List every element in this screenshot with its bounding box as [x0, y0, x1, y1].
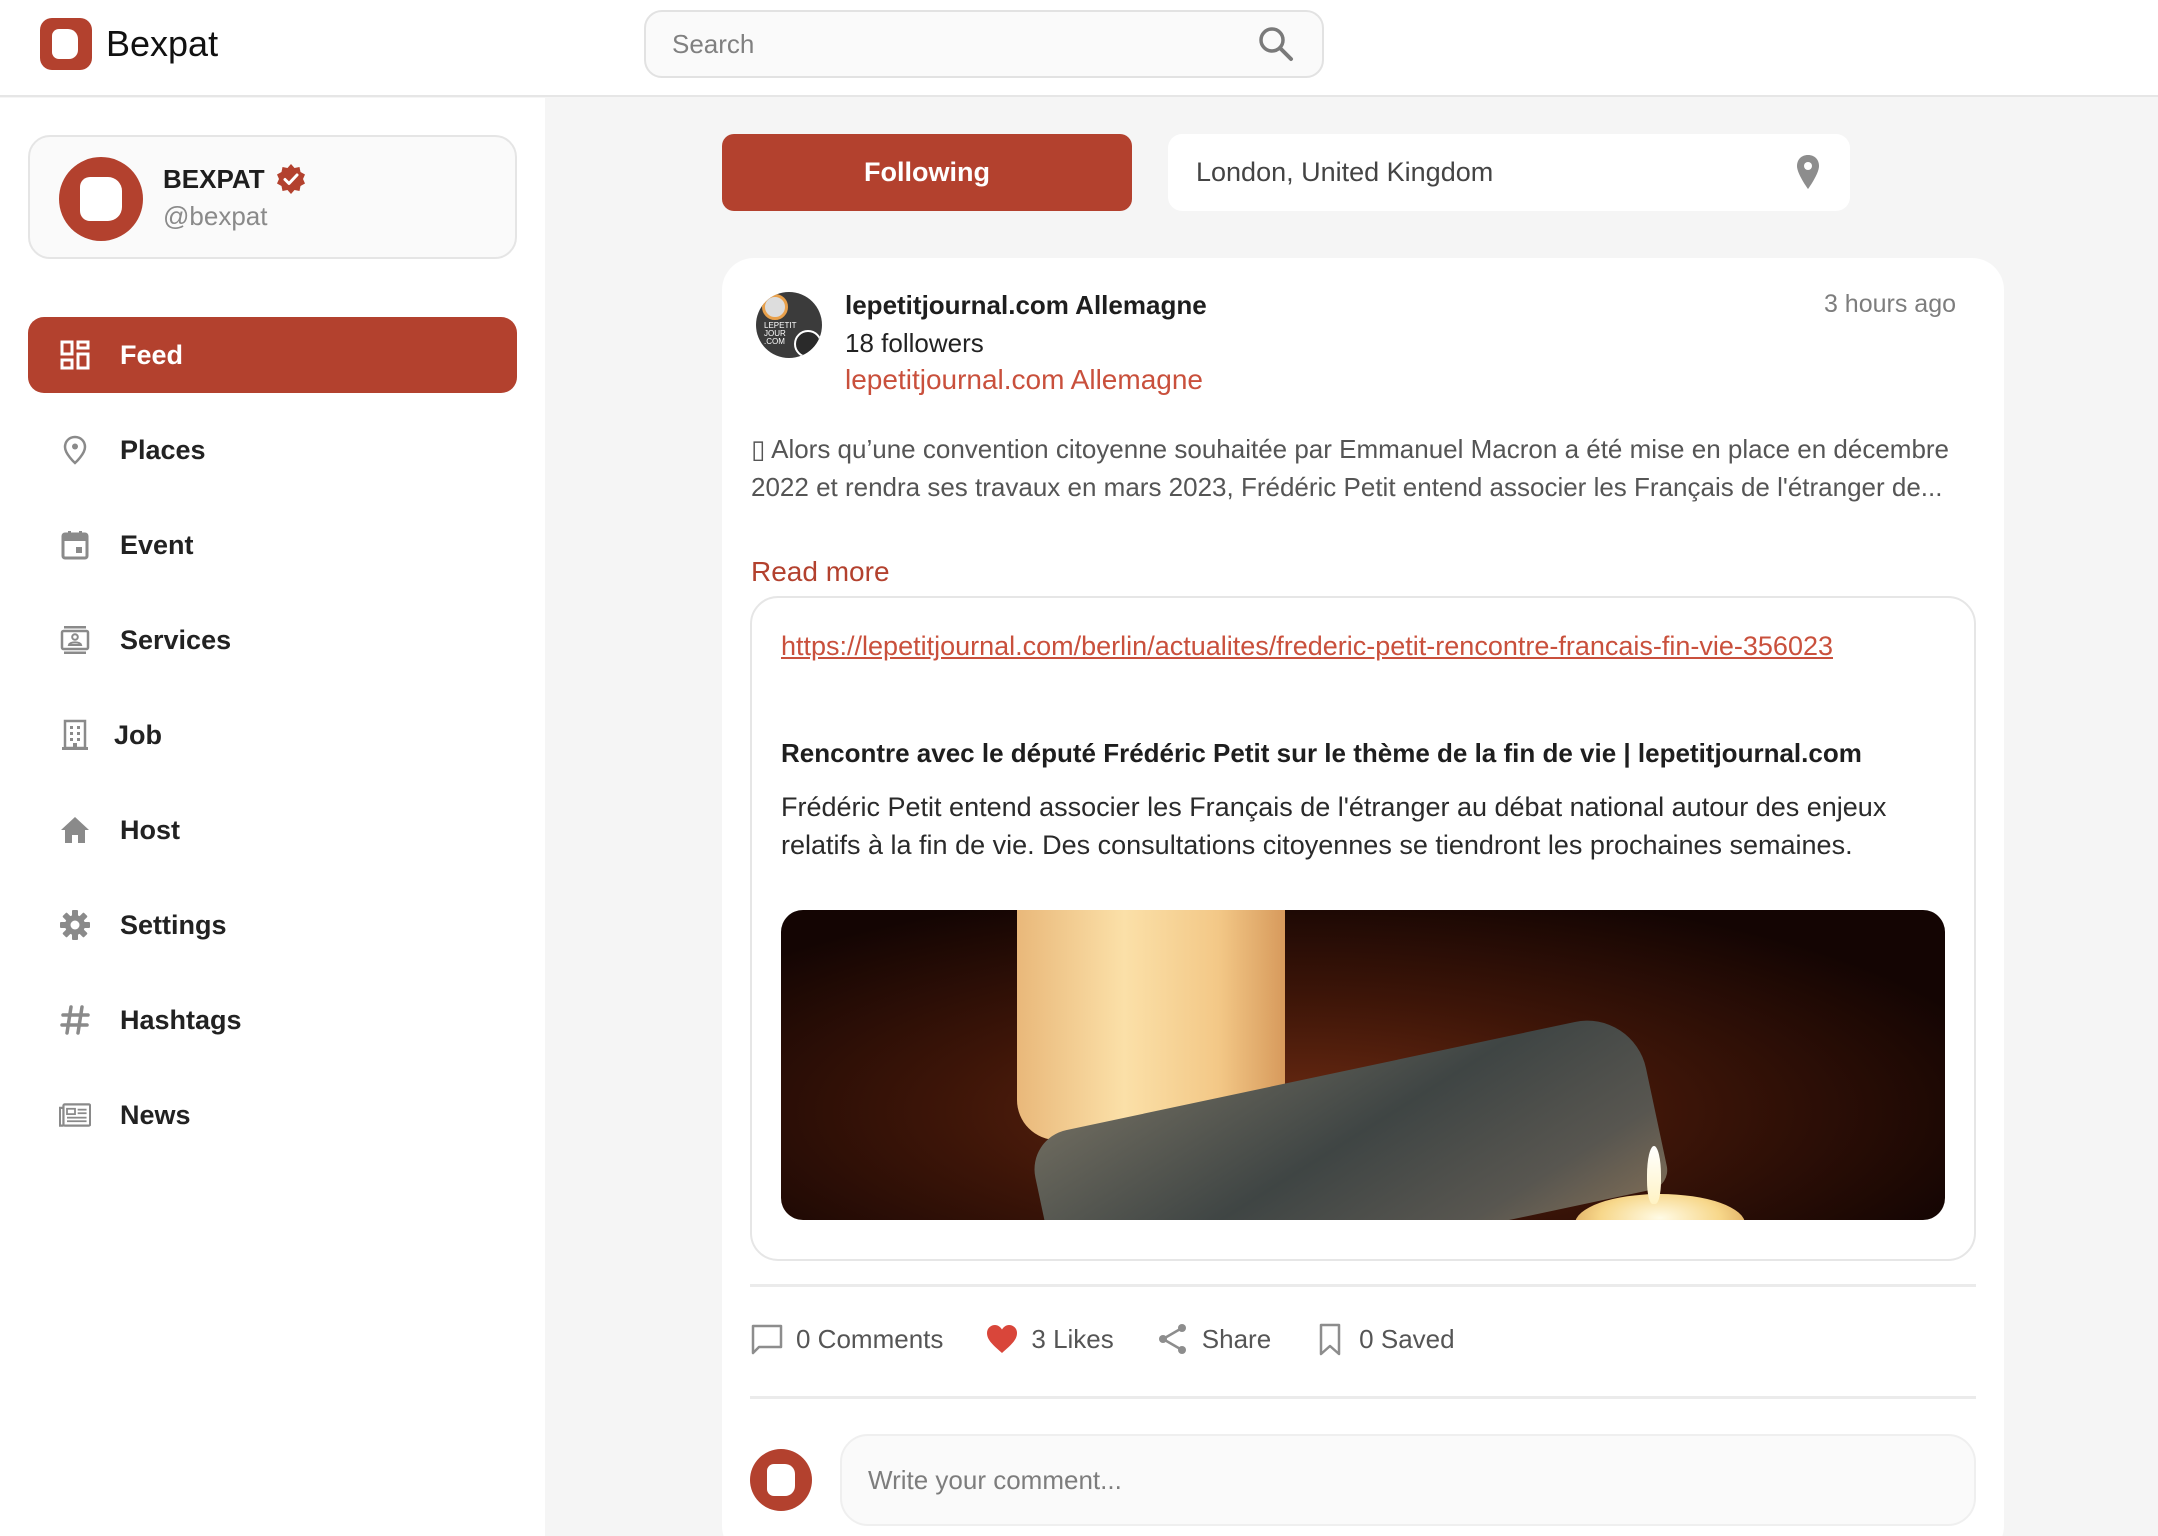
link-preview-card[interactable]: https://lepetitjournal.com/berlin/actual… — [750, 596, 1976, 1261]
sidebar: BEXPAT @bexpat Feed Places Event Service… — [0, 98, 545, 1536]
sidebar-item-event[interactable]: Event — [28, 507, 517, 583]
location-text: London, United Kingdom — [1196, 157, 1494, 187]
divider — [750, 1396, 1976, 1399]
bexpat-logo-icon — [40, 18, 92, 70]
publisher-logo-text: LEPETIT JOUR .COM — [764, 321, 797, 346]
post-author-name[interactable]: lepetitjournal.com Allemagne — [845, 290, 1207, 321]
post-author-followers: 18 followers — [845, 328, 984, 358]
sidebar-item-label: Host — [120, 814, 180, 845]
divider — [750, 1284, 1976, 1287]
share-label: Share — [1201, 1323, 1272, 1354]
post-actions: 0 Comments 3 Likes Share 0 Saved — [750, 1312, 1497, 1366]
comment-icon — [751, 1324, 783, 1355]
sidebar-item-feed[interactable]: Feed — [28, 317, 517, 393]
calendar-icon — [58, 528, 92, 562]
sidebar-item-host[interactable]: Host — [28, 792, 517, 868]
comment-input[interactable] — [840, 1434, 1976, 1526]
search-bar — [644, 10, 1324, 78]
profile-name-row: BEXPAT — [163, 163, 307, 195]
sidebar-item-hashtags[interactable]: Hashtags — [28, 982, 517, 1058]
contact-card-icon — [58, 623, 92, 657]
read-more-link[interactable]: Read more — [751, 556, 890, 588]
newspaper-icon — [58, 1098, 92, 1132]
sidebar-item-label: Settings — [120, 909, 227, 940]
link-preview-image[interactable] — [781, 910, 1945, 1220]
publisher-sub-logo-icon — [794, 330, 822, 358]
heart-icon — [987, 1325, 1018, 1353]
sidebar-item-services[interactable]: Services — [28, 602, 517, 678]
sidebar-item-label: Places — [120, 434, 206, 465]
post-body-text: ▯ Alors qu’une convention citoyenne souh… — [751, 434, 1950, 502]
comments-count: 0 Comments — [796, 1323, 944, 1354]
likes-count: 3 Likes — [1031, 1323, 1114, 1354]
sidebar-item-label: Feed — [120, 339, 184, 370]
hashtag-icon — [58, 1003, 92, 1037]
post-author-avatar[interactable]: LEPETIT JOUR .COM — [756, 292, 822, 358]
sidebar-item-job[interactable]: Job — [28, 697, 517, 773]
share-icon — [1158, 1324, 1186, 1354]
sidebar-nav: Feed Places Event Services Job Host Sett… — [28, 317, 517, 1172]
share-button[interactable]: Share — [1156, 1322, 1271, 1356]
profile-handle: @bexpat — [163, 201, 268, 231]
flame-shape — [1647, 1146, 1661, 1204]
home-icon — [58, 813, 92, 847]
verified-badge-icon — [276, 164, 305, 194]
top-header: Bexpat — [0, 0, 2158, 97]
building-icon — [58, 718, 92, 752]
save-button[interactable]: 0 Saved — [1313, 1322, 1455, 1356]
post-timestamp: 3 hours ago — [1823, 290, 1956, 318]
brand-logo[interactable]: Bexpat — [40, 18, 218, 70]
profile-name: BEXPAT — [163, 163, 265, 194]
place-pin-icon — [58, 433, 92, 467]
search-input[interactable] — [672, 28, 1256, 60]
gear-icon — [58, 908, 92, 942]
brand-name: Bexpat — [106, 23, 219, 64]
like-button[interactable]: 3 Likes — [985, 1322, 1114, 1356]
current-user-avatar — [750, 1449, 812, 1511]
bookmark-icon — [1319, 1323, 1341, 1356]
publisher-logo-icon — [762, 294, 788, 320]
comments-button[interactable]: 0 Comments — [750, 1322, 943, 1356]
link-preview-title: Rencontre avec le député Frédéric Petit … — [781, 738, 1862, 768]
link-preview-description: Frédéric Petit entend associer les Franç… — [781, 792, 1887, 860]
sidebar-item-settings[interactable]: Settings — [28, 887, 517, 963]
sidebar-item-label: Hashtags — [120, 1004, 242, 1035]
sidebar-item-label: Job — [114, 719, 163, 750]
sidebar-item-label: News — [120, 1099, 191, 1130]
feed-icon — [58, 338, 92, 372]
post-author-link[interactable]: lepetitjournal.com Allemagne — [845, 364, 1203, 396]
sidebar-item-news[interactable]: News — [28, 1077, 517, 1153]
following-button[interactable]: Following — [722, 134, 1132, 211]
sidebar-item-places[interactable]: Places — [28, 412, 517, 488]
profile-card[interactable]: BEXPAT @bexpat — [28, 135, 517, 259]
location-selector[interactable]: London, United Kingdom — [1168, 134, 1850, 211]
avatar — [59, 157, 143, 241]
feed-post: LEPETIT JOUR .COM lepetitjournal.com Allem… — [722, 258, 2004, 1536]
saved-count: 0 Saved — [1359, 1323, 1455, 1354]
link-preview-url[interactable]: https://lepetitjournal.com/berlin/actual… — [781, 626, 1931, 666]
comment-composer — [750, 1434, 1976, 1526]
sidebar-item-label: Services — [120, 624, 232, 655]
sidebar-item-label: Event — [120, 529, 194, 560]
search-icon[interactable] — [1256, 24, 1296, 64]
location-pin-icon — [1797, 154, 1819, 189]
